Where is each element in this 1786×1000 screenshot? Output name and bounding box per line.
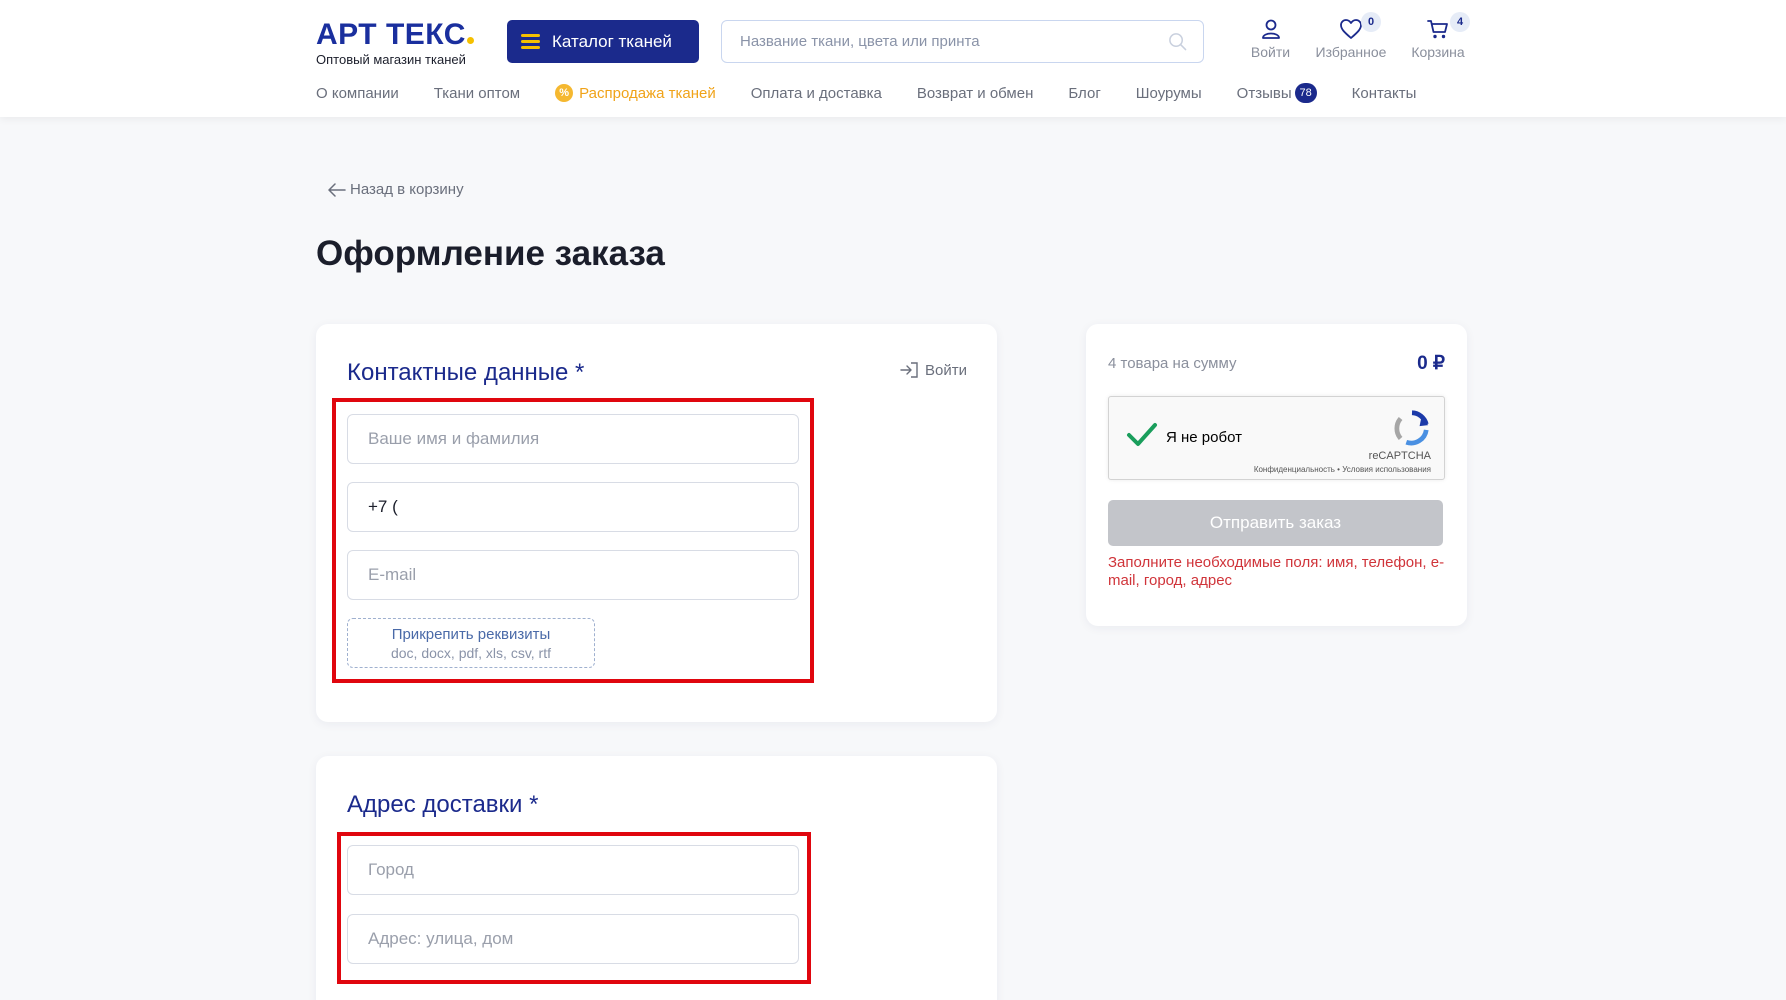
favorites-count-badge: 0 [1361, 12, 1381, 32]
login-label: Войти [1250, 44, 1291, 60]
nav-item-wholesale[interactable]: Ткани оптом [434, 85, 520, 102]
site-header: АРТ ТЕКС Оптовый магазин тканей Каталог … [0, 0, 1786, 117]
login-arrow-icon [900, 362, 918, 378]
captcha-label: Я не робот [1166, 429, 1242, 446]
search-box [721, 20, 1204, 63]
contacts-section-title: Контактные данные * [347, 359, 585, 386]
logo-dot [466, 37, 474, 44]
nav-item-contacts[interactable]: Контакты [1352, 85, 1417, 102]
submit-order-button[interactable]: Отправить заказ [1108, 500, 1443, 546]
catalog-button-label: Каталог тканей [552, 31, 672, 51]
cart-button[interactable]: Корзина 4 [1408, 12, 1470, 60]
cart-label: Корзина [1411, 44, 1465, 60]
order-total: 0 ₽ [1417, 353, 1445, 374]
contacts-highlight-box [332, 398, 814, 683]
address-card: Адрес доставки * [316, 756, 997, 1000]
logo-text: АРТ ТЕКС [316, 18, 466, 51]
card-login-link[interactable]: Войти [899, 361, 967, 379]
percent-icon: % [555, 84, 574, 102]
logo[interactable]: АРТ ТЕКС Оптовый магазин тканей [316, 20, 491, 67]
favorites-label: Избранное [1315, 44, 1387, 60]
catalog-button[interactable]: Каталог тканей [507, 20, 699, 63]
search-icon[interactable] [1168, 32, 1187, 51]
login-button[interactable]: Войти [1248, 18, 1293, 60]
cart-count-badge: 4 [1450, 12, 1470, 32]
address-section-title: Адрес доставки * [347, 791, 539, 818]
favorites-button[interactable]: Избранное 0 [1311, 12, 1391, 60]
nav-item-showrooms[interactable]: Шоурумы [1136, 85, 1202, 102]
address-highlight-box [337, 832, 811, 984]
validation-error-message: Заполните необходимые поля: имя, телефон… [1108, 554, 1445, 589]
card-login-label: Войти [925, 361, 967, 379]
logo-subtitle: Оптовый магазин тканей [316, 52, 466, 67]
reviews-count-badge: 78 [1294, 83, 1317, 103]
checkmark-icon[interactable] [1126, 420, 1158, 450]
page-title: Оформление заказа [316, 234, 665, 273]
user-icon [1261, 19, 1280, 39]
main-nav: О компании Ткани оптом % Распродажа ткане… [316, 83, 1451, 103]
cart-icon [1427, 20, 1448, 39]
back-to-cart-link[interactable]: Назад в корзину [328, 181, 464, 198]
nav-item-returns[interactable]: Возврат и обмен [917, 85, 1034, 102]
recaptcha-icon [1394, 410, 1429, 446]
nav-item-sale[interactable]: % Распродажа тканей [555, 84, 716, 102]
arrow-left-icon [328, 182, 346, 197]
back-to-cart-label: Назад в корзину [350, 181, 464, 198]
items-count-text: 4 товара на сумму [1108, 355, 1237, 372]
heart-icon [1340, 19, 1362, 39]
nav-item-blog[interactable]: Блог [1068, 85, 1100, 102]
nav-item-about[interactable]: О компании [316, 85, 399, 102]
nav-item-payment-delivery[interactable]: Оплата и доставка [751, 85, 882, 102]
nav-item-reviews[interactable]: Отзывы 78 [1237, 83, 1317, 103]
search-input[interactable] [722, 21, 1142, 61]
order-summary-card: 4 товара на сумму 0 ₽ Я не робот reCAPTC… [1086, 324, 1467, 626]
recaptcha-brand: reCAPTCHA [1368, 450, 1431, 462]
contacts-card: Контактные данные * Войти Прикрепить рек… [316, 324, 997, 722]
recaptcha-widget[interactable]: Я не робот reCAPTCHA Конфиденциальность … [1108, 396, 1445, 480]
recaptcha-terms[interactable]: Конфиденциальность • Условия использован… [1254, 465, 1431, 474]
menu-icon [521, 34, 540, 49]
